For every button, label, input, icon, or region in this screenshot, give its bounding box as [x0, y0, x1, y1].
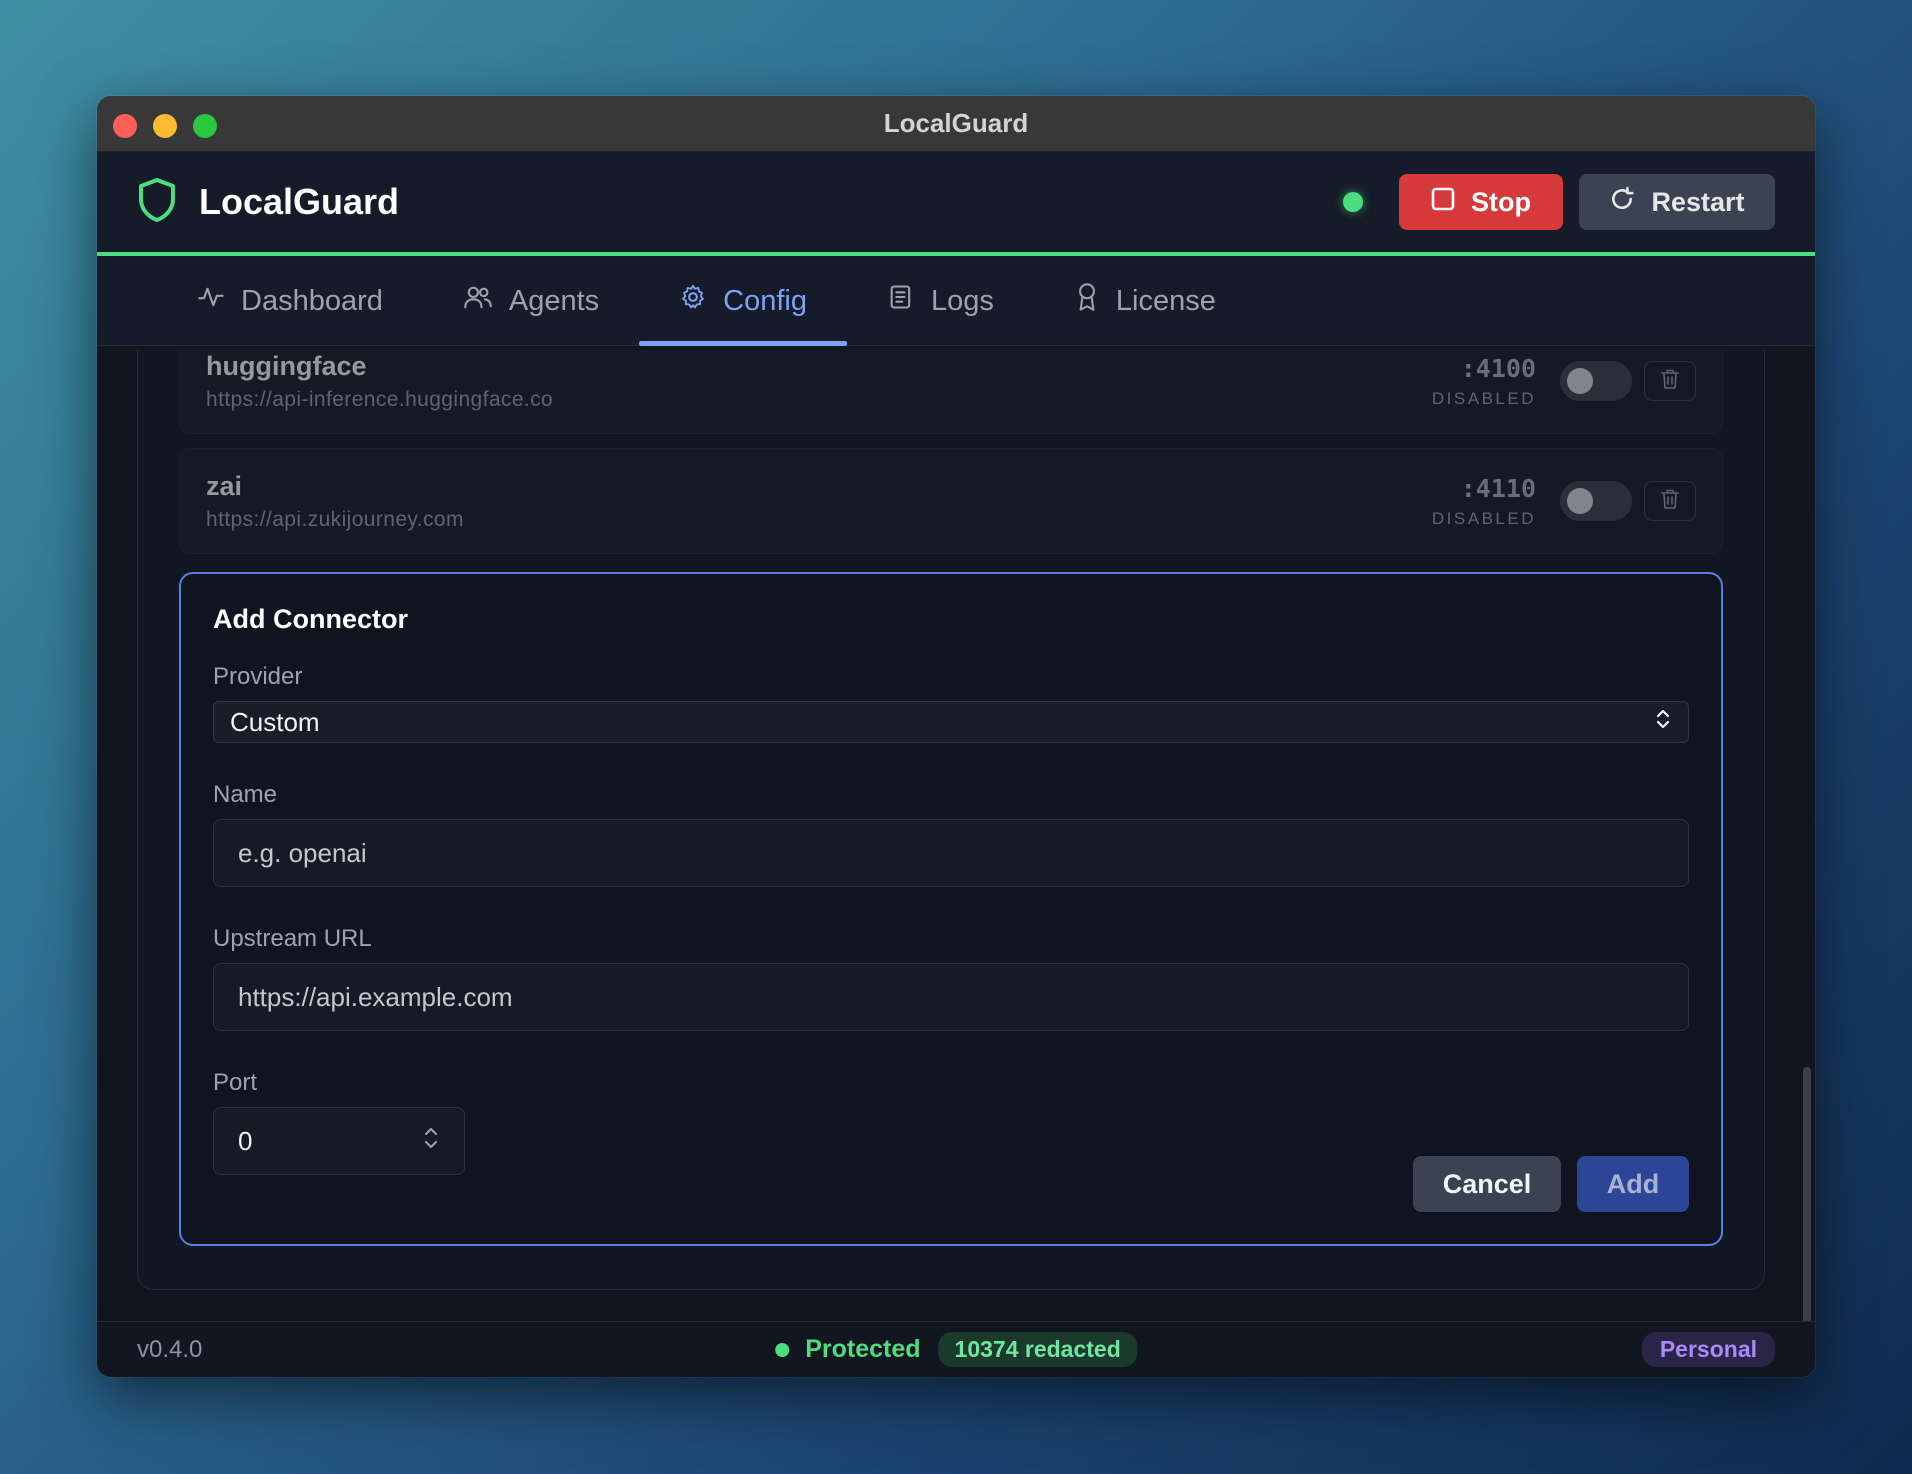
add-button[interactable]: Add	[1577, 1156, 1689, 1212]
port-value: 0	[238, 1125, 253, 1156]
connector-status: DISABLED	[1431, 388, 1536, 408]
header-controls: Stop Restart	[1343, 174, 1775, 230]
delete-connector-button[interactable]	[1644, 481, 1696, 521]
protected-status-dot	[775, 1342, 790, 1357]
connector-row-huggingface: huggingface https://api-inference.huggin…	[179, 350, 1723, 434]
cancel-button[interactable]: Cancel	[1413, 1156, 1561, 1212]
award-icon	[1074, 282, 1100, 320]
restart-button-label: Restart	[1651, 186, 1745, 217]
restart-button[interactable]: Restart	[1579, 174, 1775, 230]
port-label: Port	[213, 1069, 258, 1096]
tab-label: Logs	[931, 284, 994, 317]
connector-status: DISABLED	[1431, 508, 1536, 528]
provider-label: Provider	[213, 663, 303, 690]
tab-label: Config	[723, 284, 807, 317]
scrollbar-thumb[interactable]	[1803, 1067, 1811, 1321]
tab-dashboard[interactable]: Dashboard	[157, 256, 423, 346]
upstream-url-input[interactable]	[213, 963, 1689, 1031]
connector-enable-toggle[interactable]	[1560, 361, 1632, 401]
connector-enable-toggle[interactable]	[1560, 481, 1632, 521]
form-actions: Cancel Add	[1413, 1156, 1689, 1212]
stop-button-label: Stop	[1471, 186, 1531, 217]
users-icon	[463, 283, 493, 319]
titlebar: LocalGuard	[97, 96, 1815, 152]
provider-select[interactable]: Custom	[213, 701, 1689, 743]
tab-label: Agents	[508, 284, 600, 317]
protection-status: Protected 10374 redacted	[775, 1332, 1137, 1367]
traffic-lights	[113, 114, 217, 138]
spinner-arrows-icon[interactable]	[422, 1123, 440, 1160]
connector-url: https://api.zukijourney.com	[206, 507, 464, 531]
status-footer: v0.4.0 Protected 10374 redacted Personal	[97, 1321, 1815, 1377]
connector-row-zai: zai https://api.zukijourney.com :4110 DI…	[179, 448, 1723, 554]
stop-button[interactable]: Stop	[1399, 174, 1563, 230]
activity-icon	[197, 283, 225, 319]
connector-name: zai	[206, 470, 243, 501]
upstream-url-label: Upstream URL	[213, 925, 372, 952]
app-window: LocalGuard LocalGuard Stop Restart Dashb…	[97, 96, 1815, 1377]
brand: LocalGuard	[137, 177, 399, 228]
port-stepper[interactable]: 0	[213, 1107, 465, 1175]
provider-selected-value: Custom	[230, 706, 320, 737]
connector-port: :4110	[1460, 473, 1536, 503]
license-plan-badge: Personal	[1641, 1332, 1775, 1367]
tab-license[interactable]: License	[1034, 256, 1256, 346]
minimize-window-button[interactable]	[153, 114, 177, 138]
name-label: Name	[213, 781, 278, 808]
running-status-dot	[1343, 192, 1363, 212]
tab-bar: Dashboard Agents Config Logs License	[97, 256, 1815, 346]
app-header: LocalGuard Stop Restart	[97, 152, 1815, 256]
tab-label: License	[1115, 284, 1216, 317]
delete-connector-button[interactable]	[1644, 361, 1696, 401]
tab-label: Dashboard	[241, 284, 383, 317]
scroll-icon	[887, 283, 915, 319]
trash-icon	[1659, 367, 1681, 396]
tab-logs[interactable]: Logs	[847, 256, 1034, 346]
config-content: huggingface https://api-inference.huggin…	[97, 350, 1815, 1321]
shield-icon	[137, 177, 177, 228]
connector-url: https://api-inference.huggingface.co	[206, 387, 554, 411]
stop-square-icon	[1431, 187, 1455, 218]
maximize-window-button[interactable]	[193, 114, 217, 138]
redacted-count-badge: 10374 redacted	[938, 1332, 1137, 1367]
trash-icon	[1659, 487, 1681, 516]
refresh-icon	[1609, 186, 1635, 219]
connector-name: huggingface	[206, 350, 367, 381]
gear-icon	[679, 283, 707, 319]
tab-agents[interactable]: Agents	[423, 256, 639, 346]
tab-config[interactable]: Config	[639, 256, 847, 346]
app-version: v0.4.0	[137, 1335, 203, 1363]
name-input[interactable]	[213, 819, 1689, 887]
connector-port: :4100	[1460, 353, 1536, 383]
protected-status-text: Protected	[805, 1335, 921, 1363]
form-title: Add Connector	[213, 604, 408, 634]
add-connector-form: Add Connector Provider Custom Name Upstr…	[179, 572, 1723, 1246]
close-window-button[interactable]	[113, 114, 137, 138]
window-title: LocalGuard	[883, 108, 1029, 138]
chevron-up-down-icon	[1654, 706, 1672, 739]
app-name: LocalGuard	[199, 181, 400, 222]
